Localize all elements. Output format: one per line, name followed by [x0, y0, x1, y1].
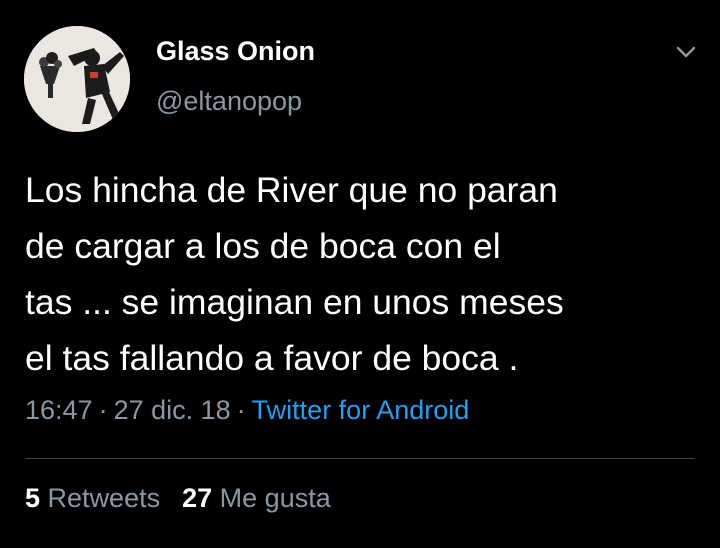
tweet-text-line: de cargar a los de boca con el: [25, 226, 501, 266]
retweets-stat[interactable]: 5 Retweets: [25, 483, 160, 513]
likes-stat[interactable]: 27 Me gusta: [182, 483, 331, 513]
tweet-text: Los hincha de River que no paran de carg…: [25, 162, 705, 386]
banksy-flower-thrower-avatar: [24, 26, 130, 132]
meta-separator: ·: [236, 395, 246, 425]
author-handle[interactable]: @eltanopop: [156, 86, 302, 117]
tweet-source-link[interactable]: Twitter for Android: [252, 395, 470, 425]
likes-count: 27: [182, 483, 213, 513]
author-display-name[interactable]: Glass Onion: [156, 36, 315, 67]
retweets-label: Retweets: [47, 483, 161, 513]
meta-separator: ·: [98, 395, 108, 425]
tweet-detail: Glass Onion @eltanopop Los hincha de Riv…: [0, 0, 720, 548]
tweet-meta: 16:47 · 27 dic. 18 · Twitter for Android: [25, 395, 469, 426]
tweet-text-line: el tas fallando a favor de boca .: [25, 338, 519, 378]
tweet-text-line: Los hincha de River que no paran: [25, 170, 558, 210]
tweet-date: 27 dic. 18: [113, 395, 231, 425]
tweet-time: 16:47: [25, 395, 93, 425]
avatar[interactable]: [24, 26, 130, 132]
retweets-count: 5: [25, 483, 41, 513]
divider: [25, 458, 695, 459]
tweet-text-line: tas ... se imaginan en unos meses: [25, 282, 564, 322]
likes-label: Me gusta: [219, 483, 331, 513]
tweet-stats: 5 Retweets 27 Me gusta: [25, 483, 331, 514]
chevron-down-icon[interactable]: [672, 38, 700, 66]
